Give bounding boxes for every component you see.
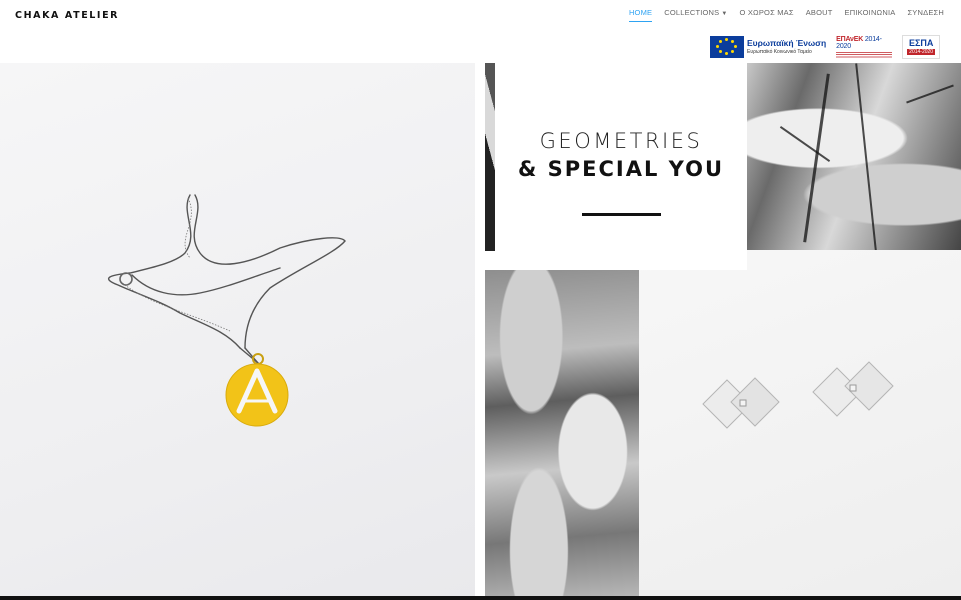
- epanek-fine-print: [836, 52, 893, 58]
- chevron-down-icon: ▼: [721, 11, 728, 17]
- nav-about[interactable]: ABOUT: [806, 8, 833, 17]
- nav-login[interactable]: ΣΥΝΔΕΣΗ: [907, 8, 944, 17]
- eu-logo: Ευρωπαϊκή Ένωση Ευρωπαϊκό Κοινωνικό Ταμε…: [710, 36, 826, 58]
- nav-collections[interactable]: COLLECTIONS ▼: [664, 8, 727, 17]
- eu-flag-icon: [710, 36, 744, 58]
- nav-home[interactable]: HOME: [628, 8, 653, 22]
- nav-our-space[interactable]: Ο ΧΩΡΟΣ ΜΑΣ: [740, 8, 794, 17]
- site-header: CHAKA ATELIER HOME COLLECTIONS ▼ Ο ΧΩΡΟΣ …: [0, 0, 961, 63]
- main-nav: HOME COLLECTIONS ▼ Ο ΧΩΡΟΣ ΜΑΣ ABOUT ΕΠΙΚ…: [628, 8, 944, 22]
- nav-contact[interactable]: ΕΠΙΚΟΙΝΩΝΙΑ: [845, 8, 896, 17]
- rock-image-bottom: [485, 270, 639, 600]
- epanek-title: ΕΠΑνΕΚ: [836, 36, 864, 43]
- nav-our-space-label: Ο ΧΩΡΟΣ ΜΑΣ: [739, 8, 794, 17]
- necklace-hero-image[interactable]: [0, 63, 475, 600]
- espa-title: ΕΣΠΑ: [908, 38, 934, 48]
- bottom-bar: [0, 596, 961, 600]
- eu-subtitle: Ευρωπαϊκό Κοινωνικό Ταμείο: [747, 48, 812, 55]
- espa-logo: ΕΣΠΑ 2014-2020: [902, 35, 941, 59]
- necklace-illustration: [107, 194, 346, 427]
- earrings-illustration: [702, 361, 894, 429]
- epanek-logo: ΕΠΑνΕΚ 2014-2020: [836, 36, 893, 58]
- hero-title-card: GEOMETRIES & SPECIAL YOU: [495, 63, 747, 270]
- hero-title-line2: & SPECIAL YOU: [517, 157, 725, 181]
- hero-title-line1: GEOMETRIES: [539, 129, 703, 153]
- site-logo[interactable]: CHAKA ATELIER: [15, 10, 119, 21]
- funding-banner[interactable]: Ευρωπαϊκή Ένωση Ευρωπαϊκό Κοινωνικό Ταμε…: [710, 35, 941, 59]
- title-divider: [581, 213, 661, 216]
- nav-home-label: HOME: [628, 8, 653, 17]
- eu-title: Ευρωπαϊκή Ένωση: [747, 38, 827, 49]
- nav-about-label: ABOUT: [805, 8, 833, 17]
- espa-years: 2014-2020: [907, 49, 936, 55]
- nav-login-label: ΣΥΝΔΕΣΗ: [907, 8, 944, 17]
- earrings-image[interactable]: [639, 250, 961, 600]
- nav-contact-label: ΕΠΙΚΟΙΝΩΝΙΑ: [844, 8, 896, 17]
- nav-collections-label: COLLECTIONS: [664, 8, 720, 17]
